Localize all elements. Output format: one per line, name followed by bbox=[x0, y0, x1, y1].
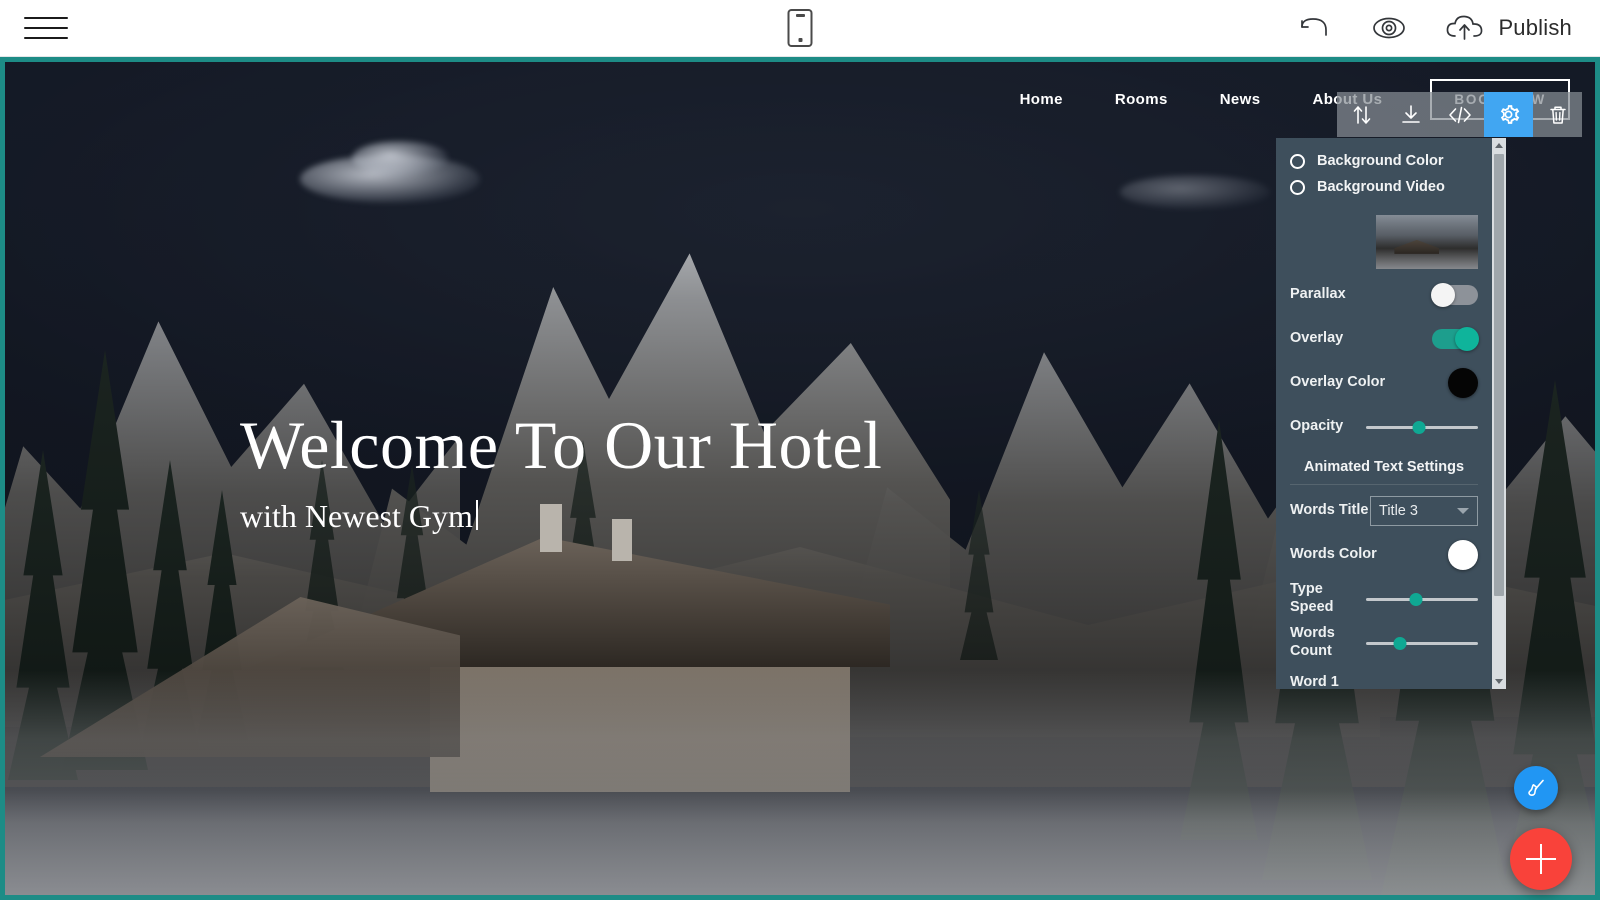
parallax-toggle[interactable] bbox=[1431, 283, 1478, 307]
hamburger-line bbox=[24, 37, 68, 39]
settings-scroll-area: Background Color Background Video Parall… bbox=[1276, 138, 1492, 689]
opacity-label: Opacity bbox=[1290, 418, 1344, 435]
overlay-color-swatch[interactable] bbox=[1448, 368, 1478, 398]
cloud bbox=[1120, 175, 1270, 209]
delete-block-icon[interactable] bbox=[1533, 92, 1582, 137]
overlay-toggle[interactable] bbox=[1432, 327, 1479, 351]
hero-copy: Welcome To Our Hotel with Newest Gym bbox=[240, 407, 882, 535]
scroll-up-arrow-icon[interactable] bbox=[1495, 143, 1503, 148]
type-speed-label: Type Speed bbox=[1290, 581, 1334, 615]
parallax-label: Parallax bbox=[1290, 286, 1346, 303]
parallax-row: Parallax bbox=[1276, 277, 1492, 313]
publish-button[interactable]: Publish bbox=[1444, 12, 1572, 44]
overlay-row: Overlay bbox=[1276, 321, 1492, 357]
eye-preview-icon[interactable] bbox=[1368, 13, 1410, 43]
background-color-option[interactable]: Background Color bbox=[1276, 148, 1492, 174]
move-block-icon[interactable] bbox=[1337, 92, 1386, 137]
slider-knob[interactable] bbox=[1393, 637, 1407, 650]
paintbrush-icon[interactable] bbox=[1514, 766, 1558, 810]
nav-item-home[interactable]: Home bbox=[994, 91, 1089, 108]
nav-item-rooms[interactable]: Rooms bbox=[1089, 91, 1194, 108]
words-title-value: Title 3 bbox=[1379, 503, 1418, 519]
mobile-phone-preview-icon[interactable] bbox=[787, 9, 813, 47]
app-toolbar-right: Publish bbox=[1296, 12, 1572, 44]
snow-field-near bbox=[0, 790, 1600, 900]
scroll-down-arrow-icon[interactable] bbox=[1495, 679, 1503, 684]
hamburger-line bbox=[24, 17, 68, 19]
opacity-slider[interactable] bbox=[1366, 417, 1478, 437]
word1-label: Word 1 bbox=[1290, 674, 1339, 689]
words-title-row: Words Title Title 3 bbox=[1276, 493, 1492, 529]
app-toolbar: Publish bbox=[0, 0, 1600, 57]
background-color-label: Background Color bbox=[1317, 153, 1444, 169]
typing-caret bbox=[475, 500, 478, 531]
nav-item-news[interactable]: News bbox=[1194, 91, 1287, 108]
background-image-thumbnail[interactable] bbox=[1376, 215, 1478, 269]
type-speed-slider[interactable] bbox=[1366, 589, 1478, 609]
phone-glyph bbox=[787, 9, 813, 47]
hamburger-menu-icon[interactable] bbox=[24, 11, 68, 45]
settings-panel-scrollbar[interactable] bbox=[1492, 138, 1506, 689]
words-color-swatch[interactable] bbox=[1448, 540, 1478, 570]
scrollbar-thumb[interactable] bbox=[1494, 154, 1504, 596]
toggle-knob bbox=[1455, 327, 1479, 351]
slider-knob[interactable] bbox=[1409, 593, 1423, 606]
opacity-row: Opacity bbox=[1276, 409, 1492, 445]
words-count-row: Words Count bbox=[1276, 625, 1492, 661]
block-settings-icon[interactable] bbox=[1484, 92, 1533, 137]
chevron-down-icon bbox=[1457, 508, 1469, 514]
add-block-button[interactable] bbox=[1510, 828, 1572, 890]
words-color-row: Words Color bbox=[1276, 537, 1492, 573]
overlay-label: Overlay bbox=[1290, 330, 1344, 347]
hero-title[interactable]: Welcome To Our Hotel bbox=[240, 407, 882, 483]
toggle-knob bbox=[1431, 283, 1455, 307]
download-block-icon[interactable] bbox=[1386, 92, 1435, 137]
hero-subtitle[interactable]: with Newest Gym bbox=[240, 498, 473, 535]
block-settings-panel: Background Color Background Video Parall… bbox=[1276, 138, 1506, 689]
undo-arrow-icon[interactable] bbox=[1296, 13, 1334, 43]
overlay-color-label: Overlay Color bbox=[1290, 374, 1386, 391]
edit-code-icon[interactable] bbox=[1435, 92, 1484, 137]
words-title-select[interactable]: Title 3 bbox=[1370, 496, 1478, 526]
publish-label: Publish bbox=[1498, 15, 1572, 40]
animated-text-settings-heading: Animated Text Settings bbox=[1290, 459, 1478, 485]
hamburger-line bbox=[24, 27, 68, 29]
words-color-label: Words Color bbox=[1290, 546, 1377, 563]
words-count-slider[interactable] bbox=[1366, 633, 1478, 653]
background-video-option[interactable]: Background Video bbox=[1276, 174, 1492, 200]
hero-subtitle-wrap: with Newest Gym bbox=[240, 497, 882, 535]
block-toolbar bbox=[1337, 92, 1582, 137]
words-count-label: Words Count bbox=[1290, 625, 1335, 659]
cloud-upload-icon bbox=[1444, 12, 1486, 44]
cloud bbox=[352, 141, 448, 175]
overlay-color-row: Overlay Color bbox=[1276, 365, 1492, 401]
background-video-label: Background Video bbox=[1317, 179, 1445, 195]
type-speed-row: Type Speed bbox=[1276, 581, 1492, 617]
slider-knob[interactable] bbox=[1412, 421, 1426, 434]
slider-track bbox=[1366, 642, 1478, 645]
radio-icon bbox=[1290, 179, 1305, 195]
radio-icon bbox=[1290, 153, 1305, 169]
word1-row: Word 1 bbox=[1276, 671, 1492, 689]
plus-icon bbox=[1526, 858, 1556, 860]
words-title-label: Words Title bbox=[1290, 502, 1369, 519]
